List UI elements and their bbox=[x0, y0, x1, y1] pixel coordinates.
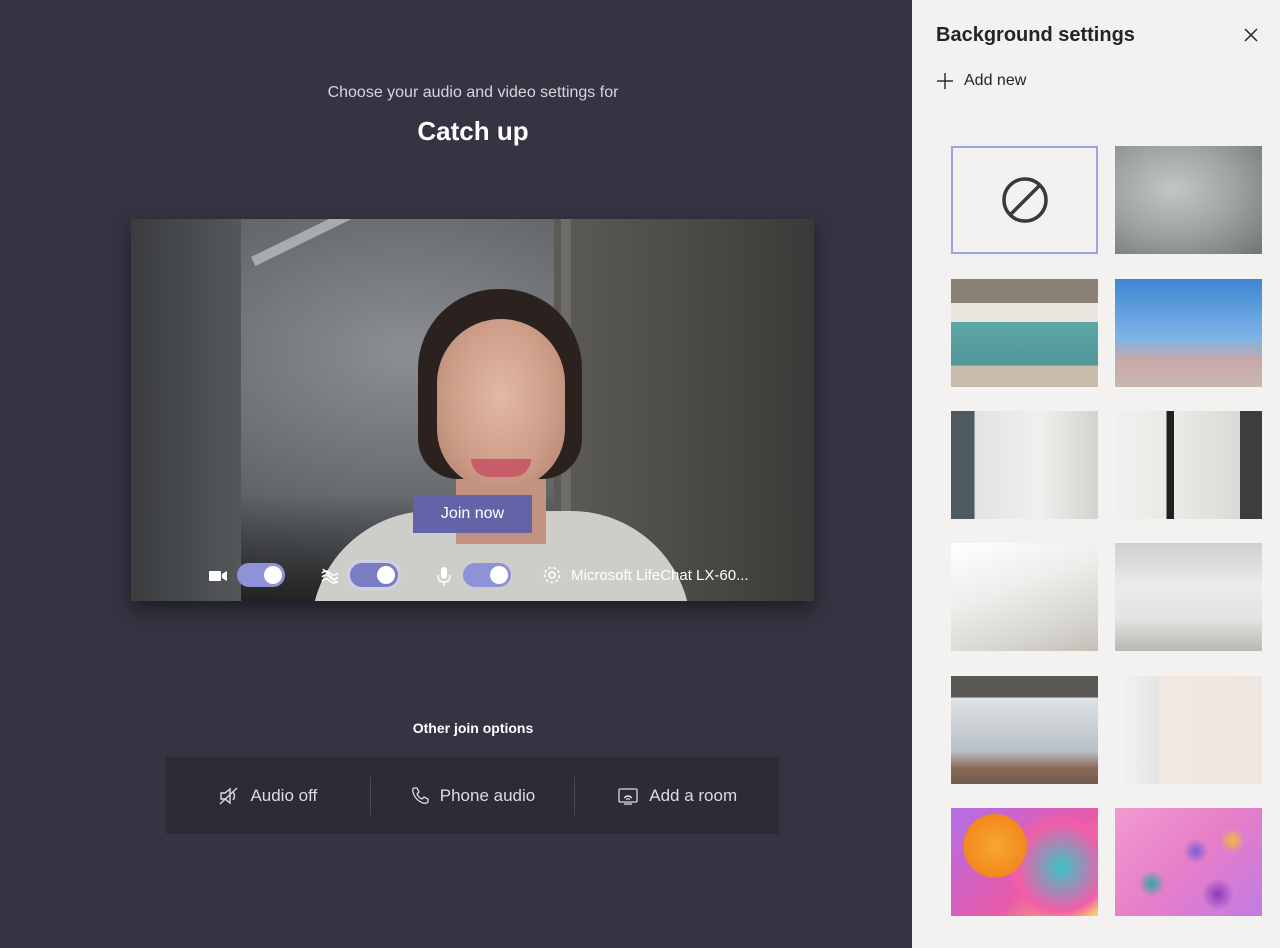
background-settings-panel: Background settings Add new bbox=[912, 0, 1280, 948]
add-new-background-button[interactable]: Add new bbox=[936, 72, 1026, 90]
microphone-icon bbox=[437, 567, 451, 586]
audio-device-label[interactable]: Microsoft LifeChat LX-60... bbox=[571, 567, 749, 584]
microphone-toggle[interactable] bbox=[463, 563, 511, 587]
room-cast-icon bbox=[618, 787, 638, 805]
phone-audio-label: Phone audio bbox=[439, 785, 536, 805]
background-room-1[interactable] bbox=[951, 411, 1098, 519]
background-none[interactable] bbox=[951, 146, 1098, 254]
background-blur[interactable] bbox=[1115, 146, 1262, 254]
background-balloons-2[interactable] bbox=[1115, 808, 1262, 916]
add-new-label: Add new bbox=[964, 72, 1027, 89]
background-room-2[interactable] bbox=[1115, 411, 1262, 519]
background-room-3[interactable] bbox=[951, 543, 1098, 651]
background-loft[interactable] bbox=[951, 676, 1098, 784]
no-background-icon bbox=[1001, 177, 1048, 223]
speaker-off-icon bbox=[219, 786, 238, 805]
other-join-options: Audio off Phone audio Add a room bbox=[166, 757, 779, 834]
meeting-title: Catch up bbox=[417, 116, 529, 146]
join-now-button[interactable]: Join now bbox=[413, 495, 532, 533]
phone-audio-option[interactable]: Phone audio bbox=[371, 757, 575, 834]
audio-off-label: Audio off bbox=[250, 785, 318, 805]
background-beach[interactable] bbox=[1115, 279, 1262, 387]
background-balloons-1[interactable] bbox=[951, 808, 1098, 916]
background-blur-icon bbox=[321, 568, 339, 584]
add-a-room-option[interactable]: Add a room bbox=[575, 757, 779, 834]
phone-icon bbox=[411, 786, 429, 804]
other-join-options-label: Other join options bbox=[412, 720, 534, 736]
panel-title: Background settings bbox=[936, 24, 1135, 46]
person-smile bbox=[471, 459, 531, 477]
plus-icon bbox=[937, 73, 953, 89]
add-a-room-label: Add a room bbox=[649, 785, 738, 805]
background-room-5[interactable] bbox=[1115, 676, 1262, 784]
video-preview: Join now Microsoft LifeChat LX-60... bbox=[131, 219, 814, 601]
close-icon[interactable] bbox=[1240, 24, 1262, 46]
camera-icon bbox=[209, 571, 227, 581]
background-room-4[interactable] bbox=[1115, 543, 1262, 651]
pre-join-screen: Choose your audio and video settings for… bbox=[0, 0, 912, 948]
gear-icon[interactable] bbox=[541, 564, 563, 586]
background-office[interactable] bbox=[951, 279, 1098, 387]
preview-wall-left bbox=[131, 219, 241, 601]
background-blur-toggle[interactable] bbox=[347, 560, 401, 590]
audio-off-option[interactable]: Audio off bbox=[166, 757, 370, 834]
camera-toggle[interactable] bbox=[237, 563, 285, 587]
pre-join-subtitle: Choose your audio and video settings for bbox=[327, 84, 619, 101]
